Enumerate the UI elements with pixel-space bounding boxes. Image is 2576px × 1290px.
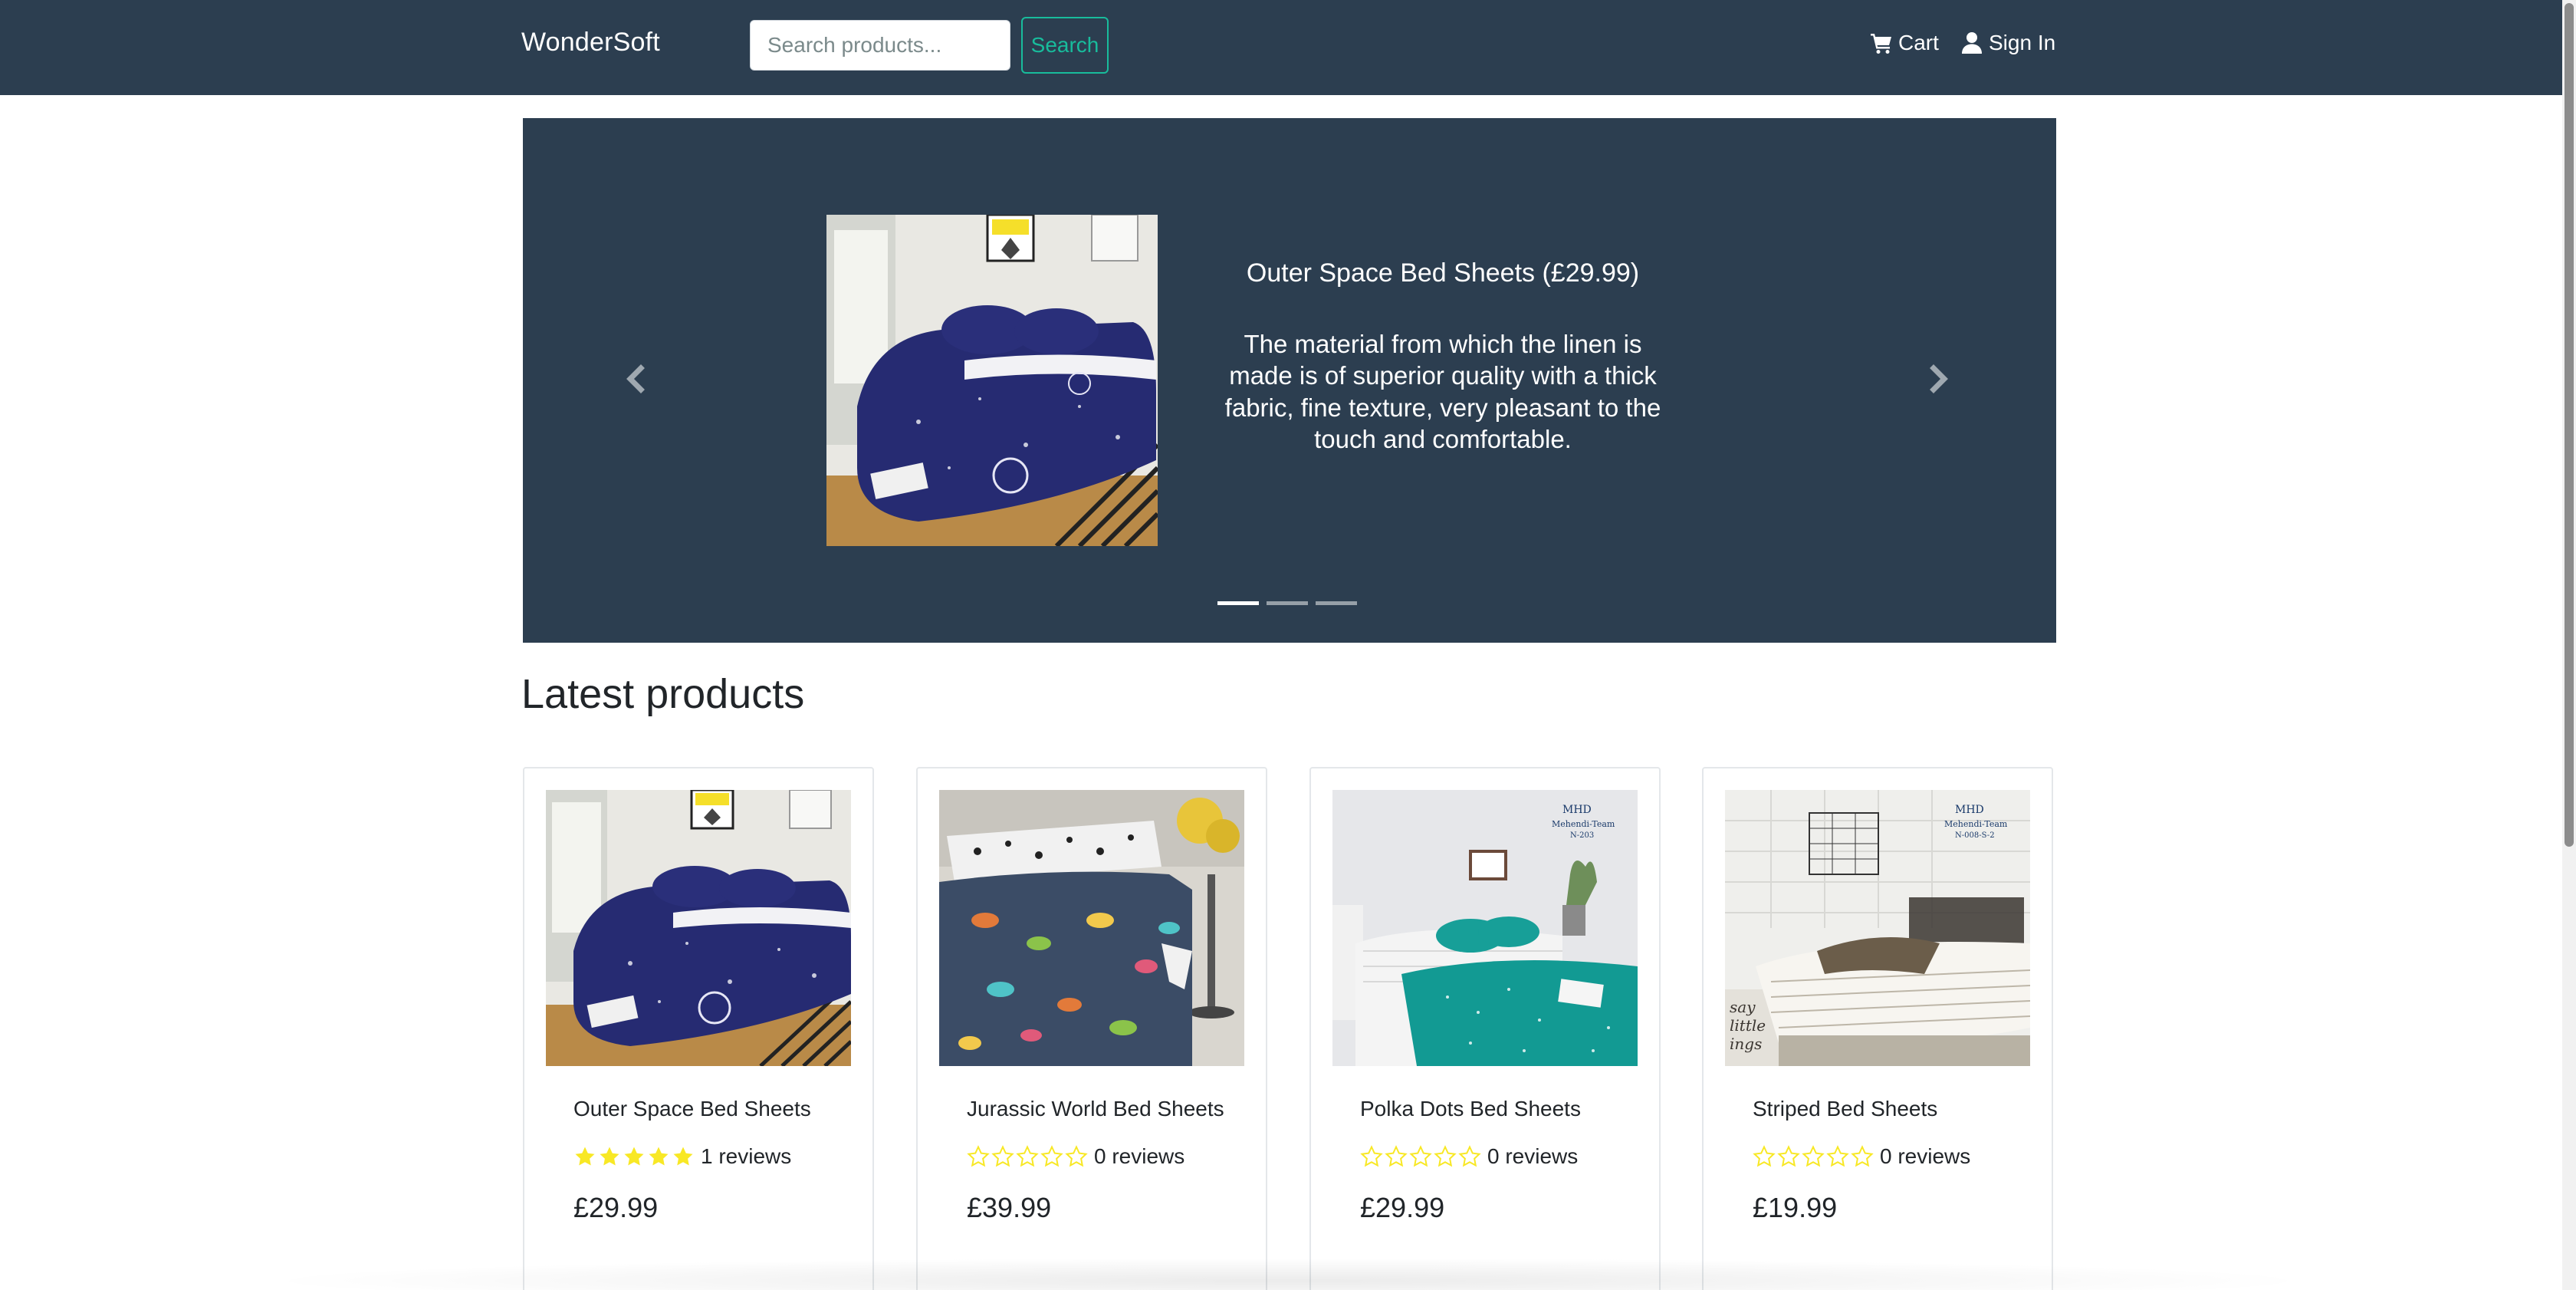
carousel-indicator-3[interactable] bbox=[1316, 601, 1357, 605]
product-card: MHD Mehendi-Team N-203 Polka Dots Bed Sh… bbox=[1309, 767, 1661, 1290]
star-icon bbox=[1409, 1145, 1432, 1167]
polka-dots-bed-image: MHD Mehendi-Team N-203 bbox=[1332, 790, 1638, 1066]
product-price: £19.99 bbox=[1753, 1192, 1838, 1223]
cart-link[interactable]: Cart bbox=[1869, 31, 1939, 55]
svg-text:Mehendi-Team: Mehendi-Team bbox=[1944, 819, 2008, 829]
review-count: 0 reviews bbox=[1880, 1144, 1971, 1168]
search-button[interactable]: Search bbox=[1021, 17, 1109, 74]
jurassic-bed-image bbox=[939, 790, 1244, 1066]
search-input[interactable] bbox=[750, 20, 1010, 71]
star-icon bbox=[1434, 1145, 1457, 1167]
product-card: MHD Mehendi-Team N-008-S-2 say little in… bbox=[1702, 767, 2053, 1290]
star-icon bbox=[649, 1147, 669, 1166]
product-card: Jurassic World Bed Sheets 0 reviews £39.… bbox=[916, 767, 1267, 1290]
product-image[interactable]: MHD Mehendi-Team N-203 bbox=[1332, 790, 1638, 1066]
svg-text:N-008-S-2: N-008-S-2 bbox=[1955, 831, 1995, 840]
outer-space-bed-image bbox=[546, 790, 851, 1066]
signin-label: Sign In bbox=[1989, 31, 2056, 54]
carousel-title: Outer Space Bed Sheets (£29.99) bbox=[1246, 258, 1640, 288]
carousel-indicator-2[interactable] bbox=[1267, 601, 1308, 605]
carousel-next-button[interactable] bbox=[1917, 356, 1963, 402]
carousel-caption: Outer Space Bed Sheets (£29.99) The mate… bbox=[1211, 256, 1674, 455]
chevron-right-icon bbox=[1930, 364, 1948, 393]
product-rating: 0 reviews bbox=[1360, 1144, 1578, 1169]
carousel-description: The material from which the linen is mad… bbox=[1224, 330, 1661, 453]
product-card: Outer Space Bed Sheets 1 reviews £29.99 bbox=[523, 767, 874, 1290]
review-count: 0 reviews bbox=[1094, 1144, 1185, 1168]
section-title: Latest products bbox=[521, 671, 805, 717]
star-icon bbox=[1777, 1145, 1800, 1167]
star-icon bbox=[991, 1145, 1014, 1167]
product-image[interactable] bbox=[939, 790, 1244, 1066]
product-title[interactable]: Polka Dots Bed Sheets bbox=[1360, 1097, 1581, 1121]
svg-text:ings: ings bbox=[1730, 1035, 1762, 1053]
user-icon bbox=[1962, 32, 1982, 54]
star-icon bbox=[1065, 1145, 1088, 1167]
star-icon bbox=[1802, 1145, 1825, 1167]
star-icon bbox=[600, 1147, 619, 1166]
star-icon bbox=[1851, 1145, 1874, 1167]
hero-carousel: Outer Space Bed Sheets (£29.99) The mate… bbox=[523, 118, 2056, 643]
product-rating: 0 reviews bbox=[967, 1144, 1184, 1169]
signin-link[interactable]: Sign In bbox=[1960, 31, 2055, 55]
product-price: £39.99 bbox=[967, 1192, 1052, 1223]
striped-bed-image: MHD Mehendi-Team N-008-S-2 say little in… bbox=[1725, 790, 2030, 1066]
product-rating: 1 reviews bbox=[573, 1144, 791, 1169]
star-icon bbox=[967, 1145, 990, 1167]
star-icon bbox=[1360, 1145, 1383, 1167]
shopping-cart-icon bbox=[1871, 34, 1891, 54]
star-icon bbox=[1753, 1145, 1776, 1167]
outer-space-bed-image bbox=[826, 215, 1158, 546]
star-icon bbox=[1040, 1145, 1063, 1167]
navbar: WonderSoft Search Cart Sign In bbox=[0, 0, 2562, 95]
product-rating: 0 reviews bbox=[1753, 1144, 1970, 1169]
star-icon bbox=[575, 1147, 595, 1166]
product-price: £29.99 bbox=[1360, 1192, 1445, 1223]
scrollbar-thumb[interactable] bbox=[2564, 3, 2574, 847]
star-icon bbox=[1016, 1145, 1039, 1167]
star-icon bbox=[1385, 1145, 1408, 1167]
star-icon bbox=[1458, 1145, 1481, 1167]
review-count: 0 reviews bbox=[1487, 1144, 1579, 1168]
cart-label: Cart bbox=[1898, 31, 1939, 54]
product-title[interactable]: Outer Space Bed Sheets bbox=[573, 1097, 811, 1121]
star-icon bbox=[1826, 1145, 1849, 1167]
page-scrollbar[interactable] bbox=[2562, 0, 2576, 1290]
product-image[interactable]: MHD Mehendi-Team N-008-S-2 say little in… bbox=[1725, 790, 2030, 1066]
product-image[interactable] bbox=[546, 790, 851, 1066]
svg-text:Mehendi-Team: Mehendi-Team bbox=[1552, 819, 1615, 829]
carousel-indicator-1[interactable] bbox=[1217, 601, 1259, 605]
star-icon bbox=[673, 1147, 693, 1166]
carousel-prev-button[interactable] bbox=[612, 356, 658, 402]
carousel-indicators bbox=[1217, 601, 1357, 605]
svg-text:MHD: MHD bbox=[1562, 804, 1592, 816]
review-count: 1 reviews bbox=[701, 1144, 792, 1168]
star-icon bbox=[624, 1147, 644, 1166]
svg-text:say: say bbox=[1730, 998, 1756, 1016]
brand-logo[interactable]: WonderSoft bbox=[521, 28, 660, 58]
chevron-left-icon bbox=[626, 364, 645, 393]
product-title[interactable]: Jurassic World Bed Sheets bbox=[967, 1097, 1224, 1121]
carousel-image[interactable] bbox=[826, 215, 1158, 546]
product-price: £29.99 bbox=[573, 1192, 659, 1223]
svg-text:MHD: MHD bbox=[1955, 804, 1984, 816]
svg-text:N-203: N-203 bbox=[1570, 831, 1594, 840]
svg-text:little: little bbox=[1730, 1016, 1766, 1035]
product-title[interactable]: Striped Bed Sheets bbox=[1753, 1097, 1937, 1121]
